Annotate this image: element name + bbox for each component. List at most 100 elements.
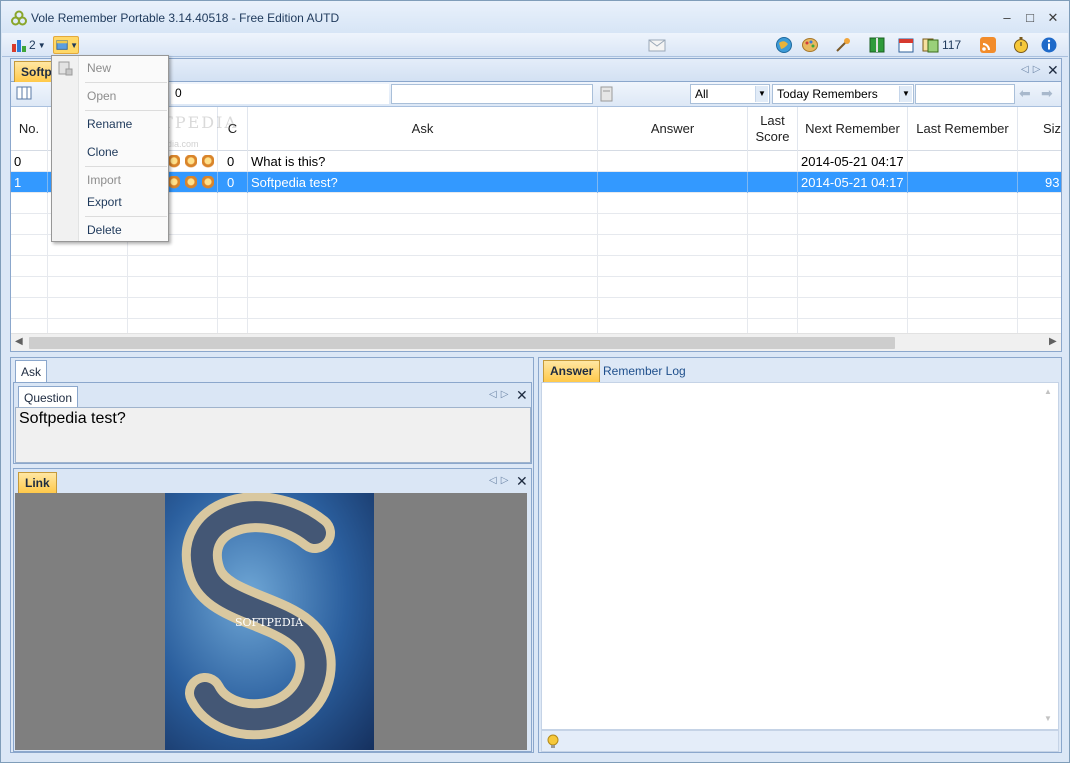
- cell-last-score: [748, 151, 798, 172]
- column-header-next-remember[interactable]: Next Remember: [798, 107, 908, 151]
- panel-scroll-arrows-icon[interactable]: ◁▷: [489, 475, 512, 486]
- star-icon: [202, 155, 214, 168]
- chevron-down-icon: ▼: [755, 86, 768, 102]
- category-select[interactable]: All ▼: [690, 84, 770, 104]
- scroll-down-icon[interactable]: ▼: [1044, 714, 1052, 723]
- database-dropdown-button[interactable]: ▼: [53, 36, 79, 54]
- menu-separator: [85, 82, 167, 83]
- rss-icon[interactable]: [979, 36, 997, 54]
- grid-line: [797, 193, 798, 333]
- menu-item-new[interactable]: New: [87, 61, 111, 75]
- tab-scroll-arrows-icon[interactable]: ◁▷: [1021, 64, 1044, 75]
- star-icon: [202, 176, 214, 189]
- search-input[interactable]: [391, 84, 593, 104]
- answer-editor[interactable]: ▲ ▼: [541, 382, 1059, 730]
- menu-item-delete[interactable]: Delete: [87, 223, 122, 237]
- grid-line: [247, 193, 248, 333]
- softpedia-island-image: SOFTPEDIA: [182, 493, 336, 740]
- remember-counter-button[interactable]: 117: [922, 36, 961, 54]
- close-question-button[interactable]: ✕: [516, 387, 528, 404]
- title-bar: Vole Remember Portable 3.14.40518 - Free…: [1, 1, 1069, 33]
- app-window: Vole Remember Portable 3.14.40518 - Free…: [0, 0, 1070, 763]
- tab-remember-log[interactable]: Remember Log: [603, 364, 686, 378]
- info-icon[interactable]: [1040, 36, 1058, 54]
- scroll-thumb[interactable]: [29, 337, 895, 349]
- bar-chart-icon: [12, 40, 26, 52]
- globe-icon[interactable]: [775, 36, 793, 54]
- question-text[interactable]: Softpedia test?: [15, 407, 531, 463]
- extra-filter-input[interactable]: [915, 84, 1015, 104]
- cell-last-score: [748, 172, 798, 193]
- tab-answer[interactable]: Answer: [543, 360, 601, 382]
- minimize-button[interactable]: –: [999, 11, 1015, 25]
- cell-next-remember: 2014-05-21 04:17: [798, 151, 908, 172]
- tab-question[interactable]: Question: [18, 386, 79, 407]
- vertical-scrollbar[interactable]: ▲ ▼: [1044, 385, 1056, 725]
- database-menu: New Open Rename Clone Import Export Dele…: [51, 55, 169, 242]
- count-field[interactable]: 0: [171, 84, 389, 104]
- main-toolbar: 2 ▼ ▼ 117: [2, 33, 1068, 57]
- tab-ask[interactable]: Ask: [15, 360, 48, 382]
- answer-status-bar: [541, 730, 1059, 752]
- tab-link[interactable]: Link: [18, 472, 57, 493]
- stats-dropdown-button[interactable]: 2 ▼: [11, 36, 46, 54]
- menu-item-open[interactable]: Open: [87, 89, 116, 103]
- palette-icon[interactable]: [801, 36, 819, 54]
- column-header-last-remember[interactable]: Last Remember: [908, 107, 1018, 151]
- menu-item-rename[interactable]: Rename: [87, 117, 132, 131]
- empty-row: [11, 277, 1061, 298]
- grid-line: [747, 193, 748, 333]
- cell-answer: [598, 172, 748, 193]
- magic-tool-icon[interactable]: [834, 36, 852, 54]
- cell-next-remember: 2014-05-21 04:17: [798, 172, 908, 193]
- maximize-button[interactable]: □: [1022, 11, 1038, 25]
- horizontal-scrollbar[interactable]: ◀ ▶: [11, 333, 1061, 351]
- calendar-icon[interactable]: [897, 36, 915, 54]
- grid-line: [597, 193, 598, 333]
- cell-answer: [598, 151, 748, 172]
- close-button[interactable]: ✕: [1045, 11, 1061, 25]
- close-link-button[interactable]: ✕: [516, 473, 528, 490]
- filter-apply-icon[interactable]: [599, 86, 615, 102]
- grid-line: [907, 193, 908, 333]
- columns-icon[interactable]: [16, 85, 32, 101]
- column-header-size[interactable]: Siz: [1018, 107, 1061, 151]
- star-icon: [185, 176, 197, 189]
- scroll-up-icon[interactable]: ▲: [1044, 387, 1052, 396]
- remember-count: 117: [942, 38, 962, 52]
- lightbulb-icon[interactable]: [546, 734, 560, 750]
- grid-line: [47, 193, 48, 333]
- view-select[interactable]: Today Remembers ▼: [772, 84, 914, 104]
- column-header-last-score[interactable]: Last Score: [748, 107, 798, 151]
- back-arrow-icon[interactable]: ⬅: [1019, 85, 1031, 102]
- stopwatch-icon[interactable]: [1012, 36, 1030, 54]
- book-icon[interactable]: [868, 36, 886, 54]
- star-icon: [185, 155, 197, 168]
- menu-item-export[interactable]: Export: [87, 195, 122, 209]
- forward-arrow-icon[interactable]: ➡: [1041, 85, 1053, 102]
- cell-size: 93: [1045, 175, 1060, 190]
- menu-item-clone[interactable]: Clone: [87, 145, 118, 159]
- cell-c: 0: [218, 172, 248, 193]
- panel-scroll-arrows-icon[interactable]: ◁▷: [489, 389, 512, 400]
- column-header-ask[interactable]: Ask: [248, 107, 598, 151]
- chevron-down-icon: ▼: [899, 86, 912, 102]
- cell-ask: What is this?: [248, 151, 598, 172]
- scroll-left-icon[interactable]: ◀: [15, 336, 23, 347]
- stats-count: 2: [29, 38, 36, 52]
- app-logo-icon: [11, 10, 27, 26]
- mail-icon[interactable]: [648, 37, 666, 53]
- linked-image: SOFTPEDIA: [165, 493, 374, 750]
- count-value: 0: [175, 86, 182, 100]
- cell-last-remember: [908, 172, 1018, 193]
- cell-ask: Softpedia test?: [248, 172, 598, 193]
- menu-item-import[interactable]: Import: [87, 173, 121, 187]
- star-icon: [168, 176, 180, 189]
- column-header-answer[interactable]: Answer: [598, 107, 748, 151]
- window-title: Vole Remember Portable 3.14.40518 - Free…: [31, 11, 340, 25]
- close-tab-button[interactable]: ✕: [1047, 62, 1059, 79]
- menu-separator: [85, 216, 167, 217]
- scroll-right-icon[interactable]: ▶: [1049, 336, 1057, 347]
- menu-separator: [85, 110, 167, 111]
- empty-row: [11, 256, 1061, 277]
